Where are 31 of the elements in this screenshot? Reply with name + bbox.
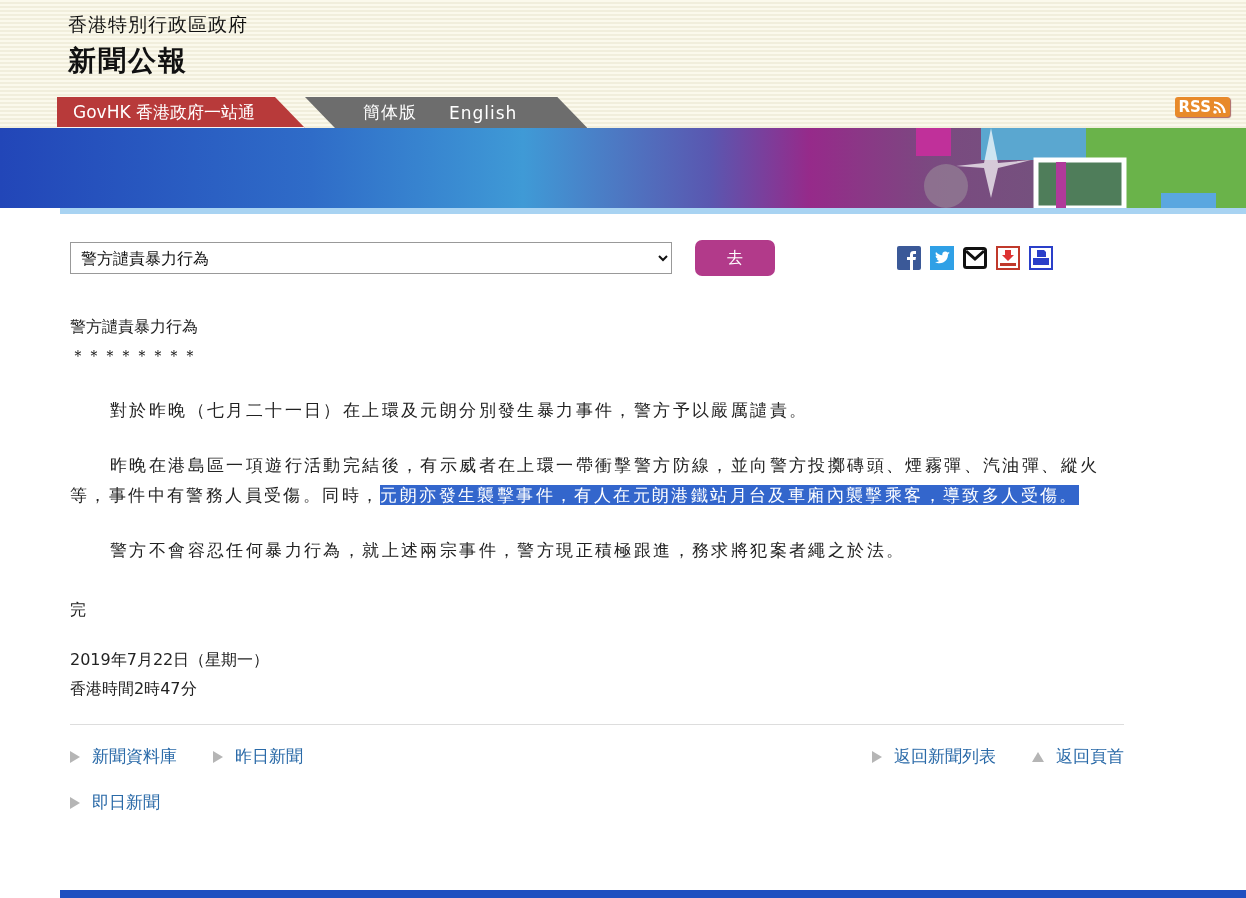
article-title: 警方譴責暴力行為 xyxy=(70,316,199,338)
bird-icon[interactable] xyxy=(930,246,954,270)
footer-link[interactable]: 昨日新聞 xyxy=(235,745,303,768)
triangle-right-icon xyxy=(872,750,882,763)
portal-tab[interactable]: GovHK 香港政府一站通 xyxy=(57,97,305,128)
page-heading: 新聞公報 xyxy=(68,43,189,79)
go-button[interactable]: 去 xyxy=(695,240,775,276)
triangle-right-icon xyxy=(70,750,80,763)
article-select[interactable]: 警方譴責暴力行為 xyxy=(70,242,672,274)
footer-link[interactable]: 返回頁首 xyxy=(1056,745,1124,768)
triangle-up-icon xyxy=(1032,751,1044,762)
language-link[interactable]: 簡体版 xyxy=(363,97,417,128)
rss-feed-icon xyxy=(1213,100,1226,114)
download-icon[interactable] xyxy=(996,246,1020,270)
mail-icon[interactable] xyxy=(963,246,987,270)
end-mark: 完 xyxy=(70,599,87,621)
article-paragraph: 警方不會容忍任何暴力行為，就上述兩宗事件，警方現正積極跟進，務求將犯案者繩之於法。 xyxy=(109,539,907,562)
printer-icon[interactable] xyxy=(1029,246,1053,270)
footer-link[interactable]: 即日新聞 xyxy=(92,791,160,814)
footer-link[interactable]: 新聞資料庫 xyxy=(92,745,177,768)
language-link[interactable]: English xyxy=(449,97,518,128)
release-time: 香港時間2時47分 xyxy=(70,678,198,700)
article-paragraph: 對於昨晚（七月二十一日）在上環及元朗分別發生暴力事件，警方予以嚴厲譴責。 xyxy=(109,399,810,422)
facebook-icon[interactable] xyxy=(897,246,921,270)
agency-name: 香港特別行政區政府 xyxy=(68,12,249,37)
triangle-right-icon xyxy=(213,750,223,763)
release-date: 2019年7月22日（星期一） xyxy=(70,649,271,671)
article-paragraph: 昨晚在港島區一項遊行活動完結後，有示威者在上環一帶衝擊警方防線，並向警方投擲磚頭、煙霧彈、汽油彈、縱火等，事件中有警務人員受傷。同時，元朗亦發生襲擊事件，有人在元朗港鐵站月台及車廂內襲擊乘客，導致多人受傷。 xyxy=(70,454,1101,507)
triangle-right-icon xyxy=(70,796,80,809)
asterisk-separator: ＊＊＊＊＊＊＊＊ xyxy=(70,345,199,367)
footer-link[interactable]: 返回新聞列表 xyxy=(894,745,996,768)
